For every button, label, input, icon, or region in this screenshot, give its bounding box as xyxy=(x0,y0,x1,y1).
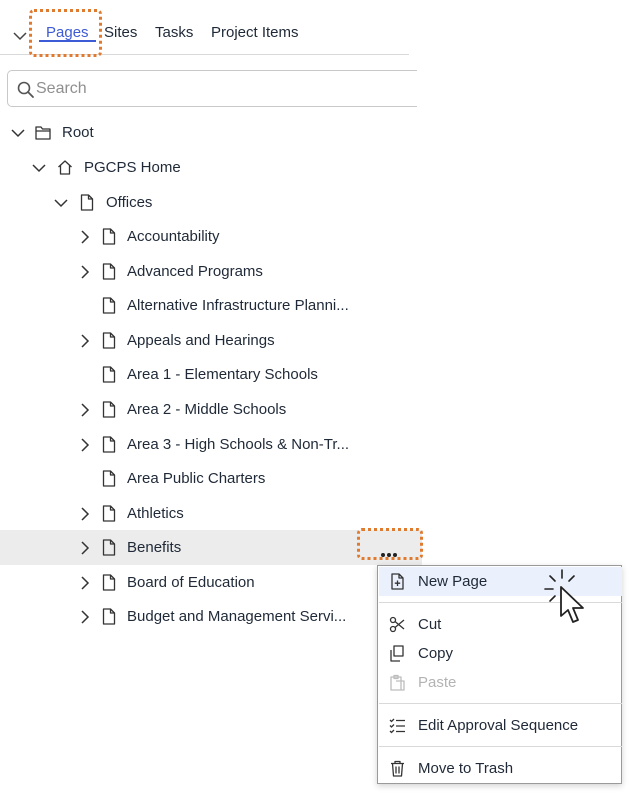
page-icon xyxy=(102,574,116,591)
tree-item-label: Appeals and Hearings xyxy=(127,332,275,349)
tree-item-label: PGCPS Home xyxy=(84,159,181,176)
tree-item-area-2[interactable]: Area 2 - Middle Schools xyxy=(0,392,422,427)
tree-item-label: Benefits xyxy=(127,539,182,556)
tree-item-label: Advanced Programs xyxy=(127,263,263,280)
page-icon xyxy=(102,297,116,314)
tree-item-label: Area 3 - High Schools & Non-Tr... xyxy=(127,436,350,453)
chevron-right-icon[interactable] xyxy=(78,507,92,521)
menu-divider xyxy=(379,746,622,747)
tree-item-accountability[interactable]: Accountability xyxy=(0,219,422,254)
search-input[interactable] xyxy=(36,75,406,103)
menu-item-copy[interactable]: Copy xyxy=(379,639,622,668)
tree-item-root[interactable]: Root xyxy=(0,115,422,150)
folder-icon xyxy=(35,126,51,140)
page-icon xyxy=(102,366,116,383)
tab-sites[interactable]: Sites xyxy=(104,24,137,41)
tree-item-label: Athletics xyxy=(127,505,184,522)
page-icon xyxy=(80,194,94,211)
menu-item-label: Cut xyxy=(418,616,442,633)
approval-list-icon xyxy=(389,718,405,734)
tree-item-label: Budget and Management Servi... xyxy=(127,608,347,625)
tree-item-label: Accountability xyxy=(127,228,220,245)
chevron-right-icon[interactable] xyxy=(78,403,92,417)
page-icon xyxy=(102,263,116,280)
chevron-down-icon[interactable] xyxy=(54,196,68,210)
new-page-icon xyxy=(391,573,404,590)
page-icon xyxy=(102,539,116,556)
menu-item-label: Move to Trash xyxy=(418,760,514,777)
tree-item-label: Board of Education xyxy=(127,574,255,591)
chevron-right-icon[interactable] xyxy=(78,230,92,244)
menu-item-label: New Page xyxy=(418,573,488,590)
page-icon xyxy=(102,505,116,522)
tree-item-athletics[interactable]: Athletics xyxy=(0,496,422,531)
page-icon xyxy=(102,332,116,349)
more-button-highlight-outline xyxy=(357,528,423,560)
menu-item-paste[interactable]: Paste xyxy=(379,668,622,697)
page-icon xyxy=(102,436,116,453)
menu-item-label: Copy xyxy=(418,645,454,662)
tree-item-area-1[interactable]: Area 1 - Elementary Schools xyxy=(0,357,422,392)
tree-item-label: Area 2 - Middle Schools xyxy=(127,401,287,418)
chevron-right-icon[interactable] xyxy=(78,610,92,624)
home-icon xyxy=(58,160,72,175)
chevron-down-icon[interactable] xyxy=(11,126,25,140)
tree-item-offices[interactable]: Offices xyxy=(0,185,422,220)
page-icon xyxy=(102,608,116,625)
chevron-right-icon[interactable] xyxy=(78,576,92,590)
chevron-right-icon[interactable] xyxy=(78,334,92,348)
tree-item-area-public-charters[interactable]: Area Public Charters xyxy=(0,461,422,496)
menu-divider xyxy=(379,703,622,704)
copy-icon xyxy=(390,645,404,662)
page-icon xyxy=(102,470,116,487)
tab-tasks[interactable]: Tasks xyxy=(155,24,193,41)
tree-item-area-3[interactable]: Area 3 - High Schools & Non-Tr... xyxy=(0,427,422,462)
tree-item-appeals-and-hearings[interactable]: Appeals and Hearings xyxy=(0,323,422,358)
paste-icon xyxy=(390,674,405,691)
tree-item-label: Area Public Charters xyxy=(127,470,266,487)
tree-item-budget-and-management[interactable]: Budget and Management Servi... xyxy=(0,599,422,634)
tree-item-board-of-education[interactable]: Board of Education xyxy=(0,565,422,600)
click-cursor-icon xyxy=(544,569,584,623)
search-box xyxy=(7,70,417,107)
tree-item-pgcps-home[interactable]: PGCPS Home xyxy=(0,150,422,185)
menu-item-move-to-trash[interactable]: Move to Trash xyxy=(379,754,622,783)
chevron-down-icon[interactable] xyxy=(32,161,46,175)
page-icon xyxy=(102,401,116,418)
scissors-icon xyxy=(389,616,405,633)
tree-item-alternative-infrastructure[interactable]: Alternative Infrastructure Planni... xyxy=(0,288,422,323)
chevron-down-icon[interactable] xyxy=(13,29,27,43)
tab-highlight-outline xyxy=(29,9,102,57)
chevron-right-icon[interactable] xyxy=(78,265,92,279)
trash-icon xyxy=(391,760,404,777)
tree-item-label: Alternative Infrastructure Planni... xyxy=(127,297,349,314)
page-icon xyxy=(102,228,116,245)
search-icon xyxy=(17,81,34,98)
menu-item-label: Paste xyxy=(418,674,457,691)
menu-item-label: Edit Approval Sequence xyxy=(418,717,579,734)
tree-item-label: Offices xyxy=(106,194,153,211)
tree-item-label: Root xyxy=(62,124,94,141)
tree-item-label: Area 1 - Elementary Schools xyxy=(127,366,318,383)
chevron-right-icon[interactable] xyxy=(78,438,92,452)
tree-item-advanced-programs[interactable]: Advanced Programs xyxy=(0,254,422,289)
menu-item-edit-approval-sequence[interactable]: Edit Approval Sequence xyxy=(379,711,622,740)
tab-project-items[interactable]: Project Items xyxy=(211,24,299,41)
chevron-right-icon[interactable] xyxy=(78,541,92,555)
